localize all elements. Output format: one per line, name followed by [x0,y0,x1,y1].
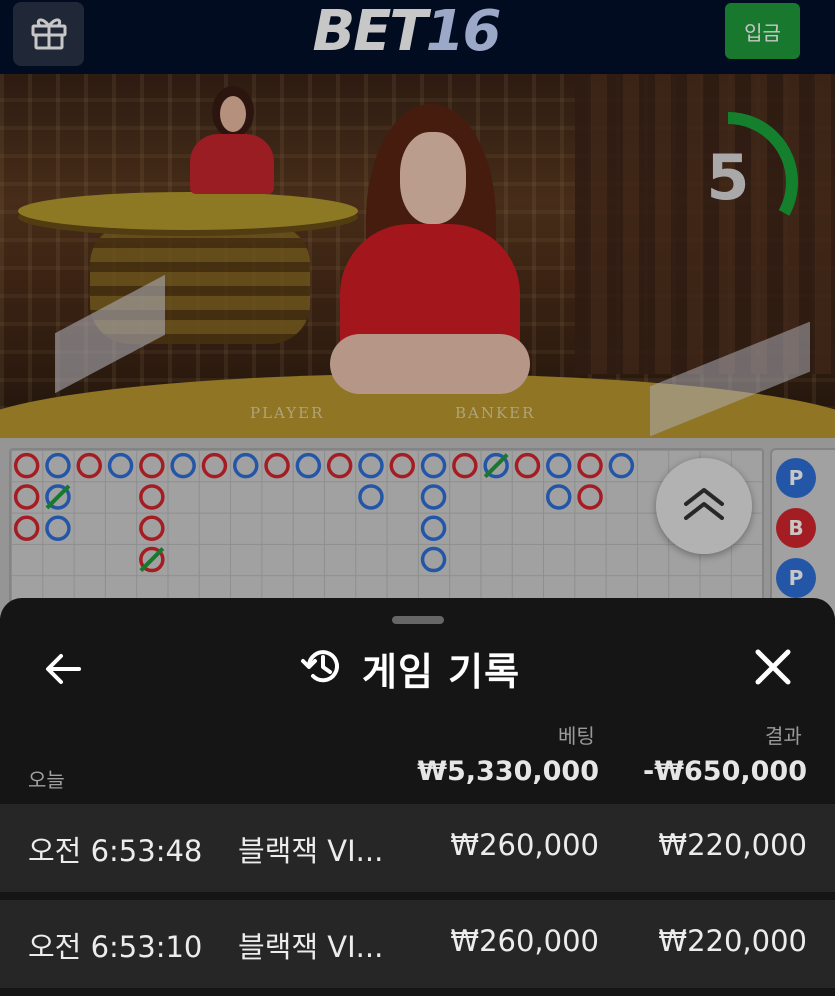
road-mark-banker [139,484,165,510]
bead-road-column: PBP [770,448,835,618]
arrow-left-icon [43,652,83,690]
road-mark-banker [389,452,415,479]
road-mark-player [420,452,447,479]
road-mark-player [608,452,635,479]
road-mark-banker [139,515,165,541]
row-bet: ₩260,000 [450,924,599,958]
road-mark-banker [577,484,603,510]
sheet-title: 게임 기록 [362,649,521,694]
felt-label-player: PLAYER [250,404,325,422]
bead-player: P [776,458,816,498]
history-row[interactable]: 오전 6:53:10 블랙잭 VI... ₩260,000 ₩220,000 [0,900,835,988]
bet-column-header: 베팅 [558,724,595,748]
road-mark-banker [76,452,102,479]
road-mark-player [546,484,572,510]
road-mark-tie [483,452,509,479]
road-mark-player [170,452,196,479]
dealer-hands [330,334,530,394]
date-group-label: 오늘 [28,768,65,792]
road-mark-banker [13,484,40,510]
close-icon [754,648,792,690]
road-mark-player [358,484,384,510]
logo-text-16: 16 [425,0,502,64]
history-icon [300,644,344,692]
history-row[interactable]: 오전 6:53:48 블랙잭 VI... ₩260,000 ₩220,000 [0,804,835,892]
game-history-sheet: 게임 기록 베팅 결과 오늘 ₩5,330,000 -₩650,000 오전 6… [0,598,835,996]
road-mark-tie [45,484,71,510]
logo-text-bet: BET [312,0,427,64]
dealer-face [400,132,466,224]
felt-label-banker: BANKER [455,404,536,422]
row-result: ₩220,000 [658,828,807,862]
road-mark-player [420,484,447,510]
road-mark-player [420,546,447,573]
bead-banker: B [776,508,816,548]
close-button[interactable] [748,644,798,694]
big-road-marks [13,452,635,573]
total-bet: ₩5,330,000 [417,756,599,787]
road-mark-banker [452,452,478,479]
row-result: ₩220,000 [658,924,807,958]
back-button[interactable] [38,646,88,696]
background-dealer-body [190,134,274,194]
expand-roadmap-button[interactable] [656,458,752,554]
road-mark-player [45,452,71,479]
road-mark-player [358,452,384,479]
road-mark-banker [577,452,603,479]
sheet-drag-handle[interactable] [392,616,444,624]
road-mark-player [45,515,71,541]
countdown-number: 5 [706,140,750,214]
bead-player: P [776,558,816,598]
road-mark-player [295,452,322,479]
row-game: 블랙잭 VI... [238,834,384,868]
background-table [18,192,358,230]
road-mark-banker [326,452,353,479]
row-game: 블랙잭 VI... [238,930,384,964]
row-bet: ₩260,000 [450,828,599,862]
road-mark-banker [13,515,40,541]
result-column-header: 결과 [765,724,802,748]
road-mark-banker [264,452,290,479]
road-mark-player [107,452,134,479]
road-mark-banker [514,452,541,479]
background-dealer-face [220,96,246,132]
deposit-button[interactable]: 입금 [725,3,800,59]
road-mark-tie [139,546,165,573]
row-time: 오전 6:53:10 [28,930,203,964]
total-result: -₩650,000 [643,756,807,787]
baccarat-roadmap: PBP [0,438,835,618]
double-chevron-up-icon [682,486,726,526]
big-road-grid [9,448,764,618]
road-mark-banker [139,452,165,479]
road-mark-player [420,515,447,541]
row-time: 오전 6:53:48 [28,834,203,868]
brand-logo[interactable]: BET 16 [296,0,516,64]
road-mark-banker [201,452,228,479]
gift-icon [28,11,70,57]
road-mark-banker [13,452,40,479]
live-dealer-video: PLAYER BANKER 5 [0,74,835,438]
top-bar: BET 16 입금 [0,0,835,74]
road-mark-player [546,452,572,479]
road-mark-player [233,452,259,479]
sheet-header: 게임 기록 [300,642,520,694]
gift-button[interactable] [13,2,84,66]
